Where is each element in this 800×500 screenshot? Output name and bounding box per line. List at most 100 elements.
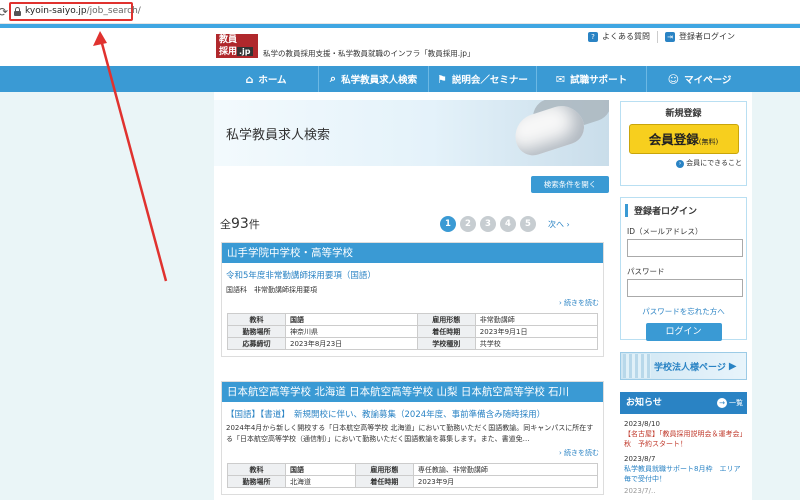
news-text: 【名古屋】「教員採用説明会＆運考会」秋 予約スタート！: [624, 430, 743, 448]
news-date: 2023/8/10: [624, 420, 660, 428]
news-date: 2023/8/7: [624, 455, 656, 463]
page-5[interactable]: 5: [520, 216, 536, 232]
site-logo[interactable]: 教員 採用 .jp: [216, 34, 258, 58]
home-icon: ⌂: [245, 72, 254, 86]
hero-banner: 私学教員求人検索: [214, 100, 609, 166]
page-background-left: [0, 28, 214, 500]
page-title: 私学教員求人検索: [226, 128, 331, 143]
news-text: 私学教員就職サポート8月枠 エリア毎で受付中！: [624, 465, 741, 483]
table-cell: 国語: [285, 313, 418, 326]
page-3[interactable]: 3: [480, 216, 496, 232]
forgot-password-link[interactable]: パスワードを忘れた方へ: [621, 297, 746, 317]
job-details-table: 教科 国語 雇用形態 非常勤講師 勤務場所 神奈川県 着任時期 2023年9月1…: [227, 313, 599, 350]
url-host: kyoin-saiyo.jp: [25, 6, 87, 16]
page-1[interactable]: 1: [440, 216, 456, 232]
register-title: 新規登録: [665, 109, 702, 119]
job-card: 山手学院中学校・高等学校 令和5年度非常勤講師採用要項（国語） 国語科 非常勤講…: [221, 242, 604, 357]
page-background-right: [752, 28, 800, 500]
table-cell: 共学校: [474, 337, 599, 350]
page-2[interactable]: 2: [460, 216, 476, 232]
site-tagline: 私学の教員採用支援・私学教員就職のインフラ「教員採用.jp」: [263, 49, 475, 58]
job-card: 日本航空高等学校 北海道 日本航空高等学校 山梨 日本航空高等学校 石川 【国語…: [221, 381, 604, 495]
table-cell: 国語: [285, 463, 356, 476]
job-description: 2024年4月から新しく開校する「日本航空高等学校 北海道」において勤務いただく…: [226, 424, 594, 443]
next-page-link[interactable]: 次へ ›: [548, 219, 570, 230]
table-header-cell: 勤務場所: [227, 475, 286, 488]
job-title-link[interactable]: 令和5年度非常勤講師採用要項（国語）: [222, 263, 603, 281]
read-more-link[interactable]: 続きを読む: [222, 295, 603, 311]
register-free-label: (無料): [698, 138, 719, 146]
news-item[interactable]: 2023/8/7 私学教員就職サポート8月枠 エリア毎で受付中！: [620, 449, 747, 484]
table-header-cell: 応募締切: [227, 337, 286, 350]
nav-item-home[interactable]: ⌂ ホーム: [214, 66, 319, 92]
user-icon: ☺: [667, 72, 680, 86]
table-cell: 北海道: [285, 475, 356, 488]
news-header: お知らせ 一覧: [620, 392, 747, 414]
count-suffix: 件: [248, 218, 260, 231]
faq-label: よくある質問: [602, 32, 650, 41]
news-item[interactable]: 2023/8/10 【名古屋】「教員採用説明会＆運考会」秋 予約スタート！: [620, 414, 747, 449]
url-path: /job_search/: [86, 6, 141, 16]
reload-icon[interactable]: ⟳: [0, 5, 8, 19]
lock-icon: [14, 7, 21, 16]
login-button[interactable]: ログイン: [645, 323, 722, 341]
password-field[interactable]: [627, 279, 743, 297]
count-number: 93: [231, 216, 249, 232]
open-search-filter-button[interactable]: 検索条件を開く: [531, 176, 609, 193]
table-header-cell: 教科: [227, 463, 286, 476]
header-separator: [657, 31, 658, 43]
email-field[interactable]: [627, 239, 743, 257]
member-benefits-label: 会員にできること: [686, 159, 742, 167]
school-name[interactable]: 日本航空高等学校 北海道 日本航空高等学校 山梨 日本航空高等学校 石川: [222, 382, 603, 402]
table-header-cell: 雇用形態: [416, 313, 476, 326]
chevron-right-icon: ▶: [728, 360, 737, 372]
news-all-link[interactable]: 一覧: [717, 392, 743, 414]
url-box-highlight[interactable]: kyoin-saiyo.jp/job_search/: [9, 2, 141, 21]
table-cell: 非常勤講師: [474, 313, 599, 326]
table-cell: 専任教諭、非常勤講師: [412, 463, 599, 476]
nav-label: マイページ: [684, 75, 732, 86]
login-title: 登録者ログイン: [625, 204, 746, 217]
logo-line1: 教員: [219, 35, 238, 45]
nav-item-support[interactable]: ✉ 試職サポート: [537, 66, 647, 92]
table-row: 教科 国語 雇用形態 非常勤講師: [227, 313, 599, 326]
job-subtitle: 国語科 非常勤講師採用要項: [226, 286, 317, 294]
read-more-link[interactable]: 続きを読む: [222, 445, 603, 461]
login-icon: ⇥: [665, 31, 675, 42]
url-text[interactable]: kyoin-saiyo.jp/job_search/: [25, 6, 141, 16]
nav-label: 説明会／セミナー: [451, 75, 528, 86]
search-icon: ⌕: [329, 72, 337, 85]
job-title-link[interactable]: 【国語】【書道】 新規開校に伴い、教諭募集（2024年度、事前準備含み随時採用）: [222, 402, 603, 420]
school-corp-banner[interactable]: 学校法人様ページ ▶: [620, 352, 747, 380]
member-benefits-link[interactable]: › 会員にできること: [621, 154, 746, 173]
member-login-link[interactable]: ⇥ 登録者ログイン: [665, 31, 735, 42]
speech-icon: ✉: [555, 72, 566, 86]
table-cell: 2023年8月23日: [285, 337, 418, 350]
table-row: 応募締切 2023年8月23日 学校種別 共学校: [227, 337, 599, 350]
question-icon: ?: [588, 31, 598, 42]
news-date: 2023/7/..: [624, 487, 656, 495]
member-register-button[interactable]: 会員登録(無料): [628, 124, 739, 154]
faq-link[interactable]: ? よくある質問: [588, 31, 650, 42]
nav-item-seminar[interactable]: ⚑ 説明会／セミナー: [429, 66, 537, 92]
logo-line2: 採用: [219, 47, 238, 57]
table-header-cell: 学校種別: [416, 337, 476, 350]
member-login-label: 登録者ログイン: [679, 32, 735, 41]
register-box: 新規登録 会員登録(無料) › 会員にできること: [620, 101, 747, 186]
table-header-cell: 着任時期: [416, 325, 476, 338]
nav-item-mypage[interactable]: ☺ マイページ: [647, 66, 752, 92]
table-header-cell: 雇用形態: [354, 463, 414, 476]
browser-url-bar: ⟳ kyoin-saiyo.jp/job_search/: [0, 0, 800, 24]
nav-item-job-search[interactable]: ⌕ 私学教員求人検索: [319, 66, 429, 92]
table-row: 勤務場所 神奈川県 着任時期 2023年9月1日: [227, 325, 599, 338]
nav-label: 試職サポート: [570, 75, 628, 86]
table-cell: 神奈川県: [285, 325, 418, 338]
logo-jp: .jp: [237, 47, 253, 56]
news-title: お知らせ: [626, 398, 662, 408]
page-4[interactable]: 4: [500, 216, 516, 232]
arrow-icon: ›: [676, 160, 685, 168]
table-row: 教科 国語 雇用形態 専任教諭、非常勤講師: [227, 463, 599, 476]
school-name[interactable]: 山手学院中学校・高等学校: [222, 243, 603, 263]
nav-label: 私学教員求人検索: [341, 75, 418, 86]
flag-icon: ⚑: [437, 72, 447, 86]
